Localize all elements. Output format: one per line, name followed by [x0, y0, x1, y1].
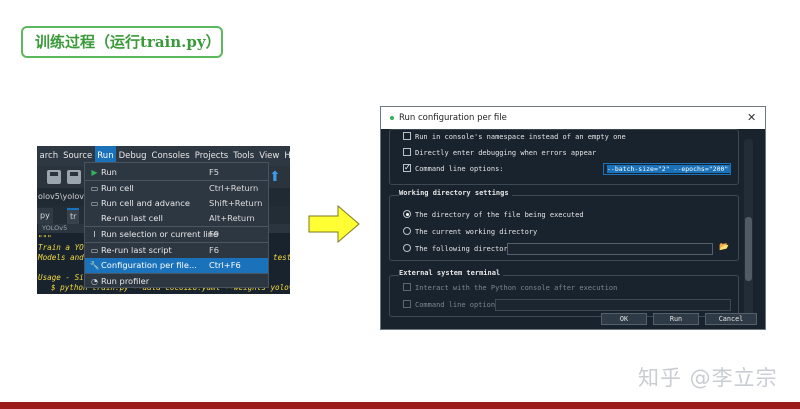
external-cmdline-option[interactable]: Command line options:: [403, 299, 504, 311]
save-icon[interactable]: [47, 170, 61, 184]
vertical-scrollbar[interactable]: [744, 139, 753, 325]
run-selection-icon: I: [93, 230, 96, 239]
code-line: Usage - Sin: [38, 273, 89, 282]
working-directory-heading: Working directory settings: [399, 189, 512, 197]
save-all-icon[interactable]: [67, 170, 81, 184]
workdir-option-current[interactable]: The current working directory: [403, 226, 537, 238]
folder-icon[interactable]: 📂: [719, 242, 729, 251]
workdir-file-radio[interactable]: [403, 210, 411, 218]
debugging-checkbox[interactable]: [403, 148, 411, 156]
menu-item-rerun-cell[interactable]: Re-run last cell Alt+Return: [85, 211, 268, 226]
run-button[interactable]: Run: [653, 313, 699, 325]
run-cell-advance-icon: ▭: [90, 199, 99, 208]
cmdline-input[interactable]: --batch-size="2" --epochs="200" --: [603, 163, 731, 175]
menu-help[interactable]: Help: [282, 146, 290, 166]
menu-item-configuration-per-file[interactable]: 🔧 Configuration per file... Ctrl+F6: [85, 258, 268, 273]
run-config-dialog: Run configuration per file ✕ Run in cons…: [380, 106, 766, 330]
interact-option[interactable]: Interact with the Python console after e…: [403, 282, 617, 294]
arrow-up-icon[interactable]: ⬆: [269, 168, 281, 186]
watermark: 知乎 @李立宗: [638, 366, 778, 390]
play-icon: ▶: [91, 168, 98, 177]
workdir-option-file[interactable]: The directory of the file being executed: [403, 209, 584, 221]
external-cmdline-checkbox[interactable]: [403, 300, 411, 308]
cancel-button[interactable]: Cancel: [705, 313, 757, 325]
editor-tab[interactable]: py: [37, 208, 53, 224]
workdir-following-radio[interactable]: [403, 244, 411, 252]
code-line: """: [38, 234, 52, 243]
workdir-option-following[interactable]: The following directory:: [403, 243, 516, 255]
code-fragment: test: [273, 253, 290, 262]
dialog-title: Run configuration per file: [399, 113, 507, 123]
ok-button[interactable]: OK: [601, 313, 647, 325]
debugging-option[interactable]: Directly enter debugging when errors app…: [403, 147, 596, 159]
run-menu: ▶ Run F5 ▭ Run cell Ctrl+Return ▭ Run ce…: [84, 162, 269, 288]
workdir-current-radio[interactable]: [403, 227, 411, 235]
dialog-body: Run in console's namespace instead of an…: [381, 129, 765, 329]
rerun-script-icon: ▭: [90, 246, 99, 255]
dialog-titlebar: Run configuration per file ✕: [381, 107, 765, 129]
following-directory-input[interactable]: [507, 243, 713, 255]
code-line: Models and: [38, 253, 84, 262]
menu-search[interactable]: arch: [37, 146, 61, 166]
editor-tab-active[interactable]: tr: [67, 208, 80, 224]
menu-item-run-cell[interactable]: ▭ Run cell Ctrl+Return: [85, 181, 268, 196]
namespace-checkbox[interactable]: [403, 132, 411, 140]
external-cmdline-input[interactable]: [495, 299, 731, 311]
cmdline-checkbox[interactable]: [403, 162, 411, 174]
namespace-option[interactable]: Run in console's namespace instead of an…: [403, 131, 626, 143]
slide-title: 训练过程（运行train.py）: [21, 26, 223, 58]
wrench-icon: 🔧: [89, 261, 100, 270]
menu-item-run[interactable]: ▶ Run F5: [85, 165, 268, 180]
cmdline-option[interactable]: Command line options:: [403, 162, 504, 175]
external-terminal-heading: External system terminal: [399, 269, 504, 277]
arrow-right-icon: [308, 205, 360, 243]
interact-checkbox[interactable]: [403, 283, 411, 291]
run-cell-icon: ▭: [90, 184, 99, 193]
menu-item-run-selection[interactable]: I Run selection or current line F9: [85, 227, 268, 242]
menu-item-rerun-script[interactable]: ▭ Re-run last script F6: [85, 243, 268, 258]
profiler-icon: ◔: [91, 277, 98, 286]
menu-item-run-cell-advance[interactable]: ▭ Run cell and advance Shift+Return: [85, 196, 268, 211]
menu-item-run-profiler[interactable]: ◔ Run profiler: [85, 274, 268, 289]
spyder-logo-icon: [390, 116, 394, 120]
close-icon[interactable]: ✕: [747, 107, 756, 129]
bottom-band: [0, 402, 800, 409]
scrollbar-thumb[interactable]: [745, 217, 752, 281]
